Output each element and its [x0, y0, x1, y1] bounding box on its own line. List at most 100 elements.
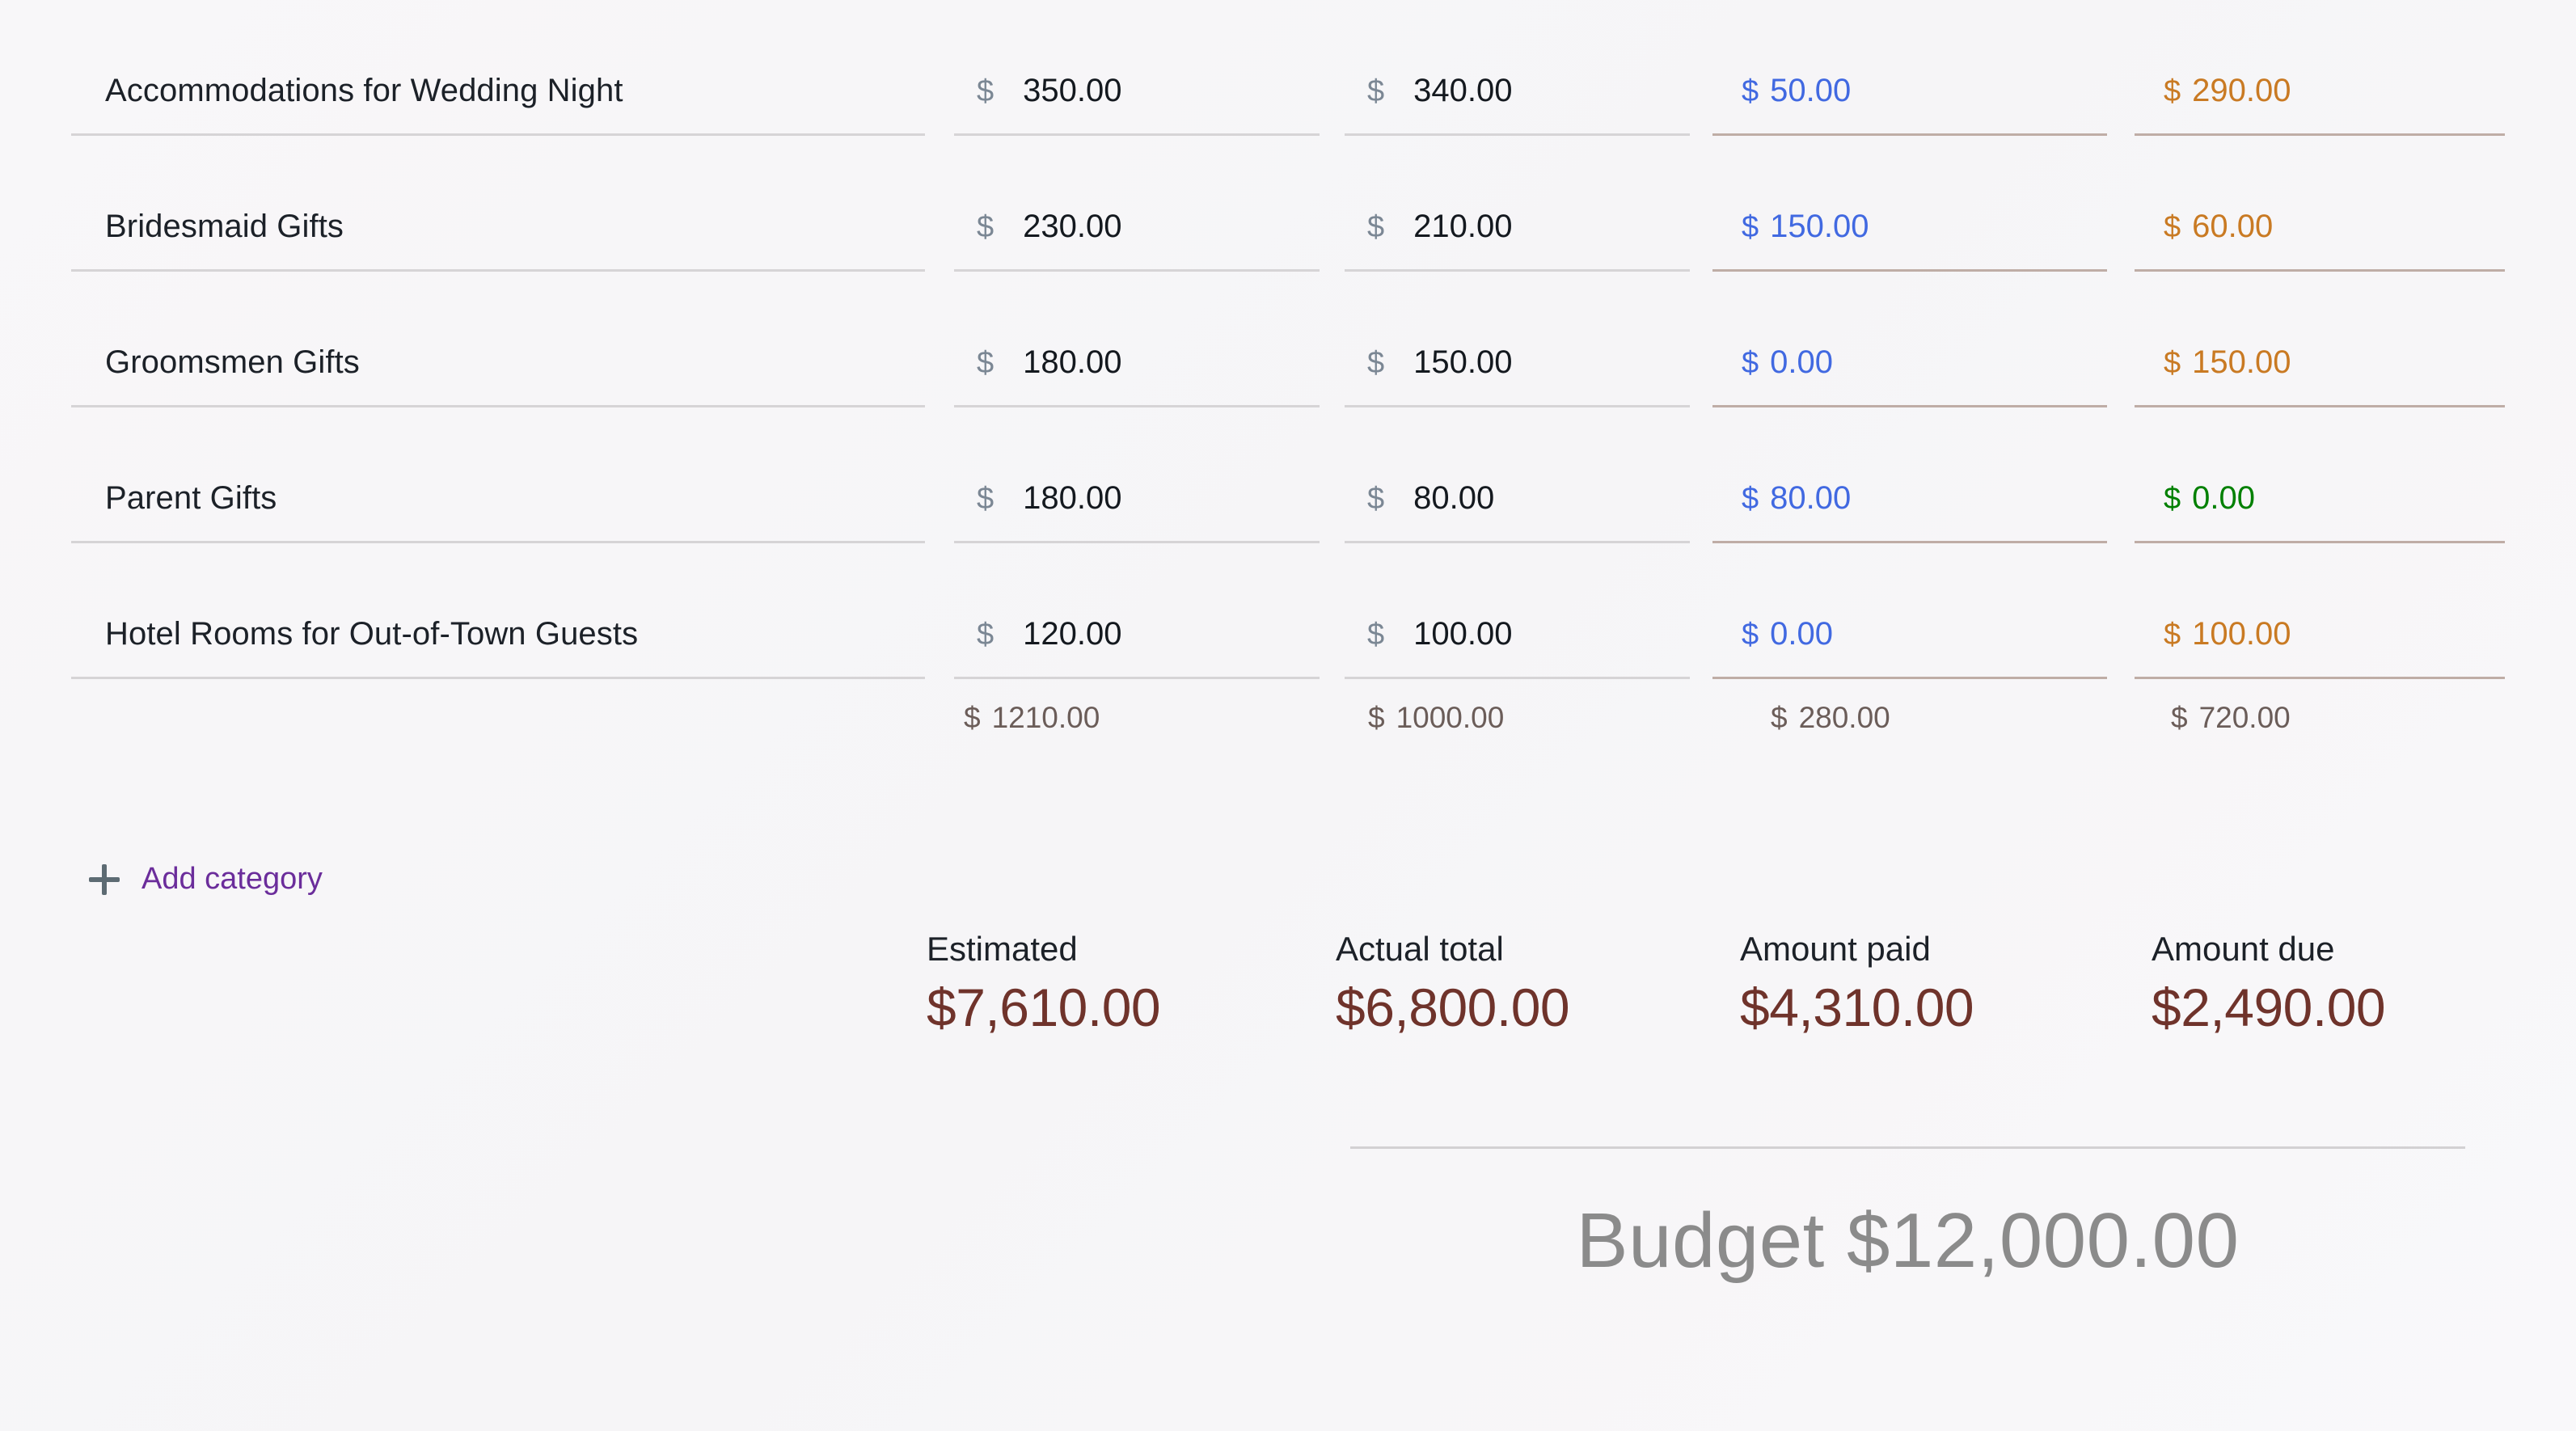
amount-value: 80.00 [1413, 479, 1495, 516]
summary-label: Estimated [927, 930, 1078, 968]
amount-paid-cell[interactable]: $ 80.00 [1712, 453, 2107, 543]
currency-symbol: $ [1742, 209, 1759, 244]
estimated-cost-cell[interactable]: $ 350.00 [954, 45, 1320, 136]
amount-value: 150.00 [1413, 344, 1513, 380]
add-category-button[interactable]: Add category [89, 862, 323, 897]
summary-actual-total: Actual total $6,800.00 [1336, 930, 1570, 1038]
actual-amount: $ 100.00 [1345, 616, 1512, 652]
add-category-label: Add category [141, 862, 323, 896]
amount-due-cell[interactable]: $ 290.00 [2135, 45, 2505, 136]
currency-symbol: $ [1367, 617, 1385, 652]
summary-value: $6,800.00 [1336, 977, 1570, 1037]
category-label: Parent Gifts [105, 479, 277, 516]
subtotal-value: 280.00 [1798, 701, 1890, 734]
amount-value: 210.00 [1413, 208, 1513, 244]
summary-value: $4,310.00 [1740, 977, 1974, 1037]
actual-cost-cell[interactable]: $ 150.00 [1345, 317, 1690, 407]
amount-value: 120.00 [1023, 615, 1122, 652]
currency-symbol: $ [2164, 209, 2181, 244]
table-row: Bridesmaid Gifts $ 230.00 $ 210.00 $ 150… [0, 136, 2576, 272]
amount-value: 230.00 [1023, 208, 1122, 244]
due-amount: $ 0.00 [2135, 480, 2255, 517]
category-name-cell[interactable]: Groomsmen Gifts [71, 317, 925, 407]
currency-symbol: $ [977, 617, 995, 652]
table-row: Parent Gifts $ 180.00 $ 80.00 $ 80.00 $ … [0, 407, 2576, 543]
amount-paid-cell[interactable]: $ 150.00 [1712, 181, 2107, 272]
estimated-amount: $ 120.00 [954, 616, 1121, 652]
amount-value: 350.00 [1023, 72, 1122, 108]
due-amount: $ 100.00 [2135, 616, 2291, 652]
amount-due-cell[interactable]: $ 60.00 [2135, 181, 2505, 272]
amount-due-cell[interactable]: $ 0.00 [2135, 453, 2505, 543]
amount-paid-cell[interactable]: $ 0.00 [1712, 317, 2107, 407]
category-label: Accommodations for Wedding Night [105, 72, 623, 108]
subtotal-actual: $ 1000.00 [1368, 679, 1504, 757]
budget-divider [1350, 1146, 2465, 1149]
subtotal-paid: $ 280.00 [1771, 679, 1890, 757]
estimated-cost-cell[interactable]: $ 180.00 [954, 453, 1320, 543]
amount-value: 60.00 [2192, 208, 2274, 244]
category-label: Groomsmen Gifts [105, 344, 360, 380]
summary-amount-due: Amount due $2,490.00 [2152, 930, 2386, 1038]
currency-symbol: $ [1742, 74, 1759, 108]
estimated-cost-cell[interactable]: $ 180.00 [954, 317, 1320, 407]
subtotal-value: 720.00 [2198, 701, 2291, 734]
amount-value: 150.00 [2192, 344, 2291, 380]
amount-value: 150.00 [1770, 208, 1869, 244]
estimated-amount: $ 350.00 [954, 73, 1121, 109]
currency-symbol: $ [1367, 345, 1385, 380]
category-name-cell[interactable]: Parent Gifts [71, 453, 925, 543]
currency-symbol: $ [977, 74, 995, 108]
amount-value: 100.00 [2192, 615, 2291, 652]
amount-paid-cell[interactable]: $ 50.00 [1712, 45, 2107, 136]
budget-table: Accommodations for Wedding Night $ 350.0… [0, 0, 2576, 757]
actual-amount: $ 340.00 [1345, 73, 1512, 109]
table-row: Accommodations for Wedding Night $ 350.0… [0, 0, 2576, 136]
subtotal-row: $ 1210.00 $ 1000.00 $ 280.00 $ 720.00 [0, 679, 2576, 757]
actual-cost-cell[interactable]: $ 340.00 [1345, 45, 1690, 136]
paid-amount: $ 0.00 [1712, 344, 1833, 381]
paid-amount: $ 80.00 [1712, 480, 1851, 517]
amount-value: 180.00 [1023, 344, 1122, 380]
amount-value: 0.00 [1770, 615, 1833, 652]
amount-value: 50.00 [1770, 72, 1852, 108]
category-name-cell[interactable]: Bridesmaid Gifts [71, 181, 925, 272]
summary-label: Amount paid [1740, 930, 1931, 968]
subtotal-estimated: $ 1210.00 [964, 679, 1100, 757]
due-amount: $ 150.00 [2135, 344, 2291, 381]
estimated-cost-cell[interactable]: $ 120.00 [954, 589, 1320, 679]
amount-value: 340.00 [1413, 72, 1513, 108]
actual-cost-cell[interactable]: $ 100.00 [1345, 589, 1690, 679]
summary-value: $7,610.00 [927, 977, 1161, 1037]
amount-value: 80.00 [1770, 479, 1852, 516]
currency-symbol: $ [1742, 617, 1759, 652]
due-amount: $ 290.00 [2135, 73, 2291, 109]
summary-estimated: Estimated $7,610.00 [927, 930, 1161, 1038]
category-label: Bridesmaid Gifts [105, 208, 344, 244]
category-label: Hotel Rooms for Out-of-Town Guests [105, 615, 639, 652]
amount-paid-cell[interactable]: $ 0.00 [1712, 589, 2107, 679]
summary-label: Amount due [2152, 930, 2335, 968]
paid-amount: $ 0.00 [1712, 616, 1833, 652]
category-name-cell[interactable]: Accommodations for Wedding Night [71, 45, 925, 136]
plus-icon [89, 863, 120, 895]
actual-cost-cell[interactable]: $ 80.00 [1345, 453, 1690, 543]
currency-symbol: $ [1367, 74, 1385, 108]
category-name-cell[interactable]: Hotel Rooms for Out-of-Town Guests [71, 589, 925, 679]
estimated-amount: $ 230.00 [954, 209, 1121, 245]
estimated-cost-cell[interactable]: $ 230.00 [954, 181, 1320, 272]
currency-symbol: $ [1367, 209, 1385, 244]
summary-value: $2,490.00 [2152, 977, 2386, 1037]
currency-symbol: $ [1742, 345, 1759, 380]
currency-symbol: $ [1742, 481, 1759, 516]
budget-total: Budget $12,000.00 [1576, 1197, 2240, 1284]
actual-cost-cell[interactable]: $ 210.00 [1345, 181, 1690, 272]
estimated-amount: $ 180.00 [954, 344, 1121, 381]
subtotal-value: 1000.00 [1396, 701, 1505, 734]
amount-due-cell[interactable]: $ 100.00 [2135, 589, 2505, 679]
currency-symbol: $ [2164, 345, 2181, 380]
amount-due-cell[interactable]: $ 150.00 [2135, 317, 2505, 407]
amount-value: 0.00 [2192, 479, 2255, 516]
estimated-amount: $ 180.00 [954, 480, 1121, 517]
table-row: Hotel Rooms for Out-of-Town Guests $ 120… [0, 543, 2576, 679]
